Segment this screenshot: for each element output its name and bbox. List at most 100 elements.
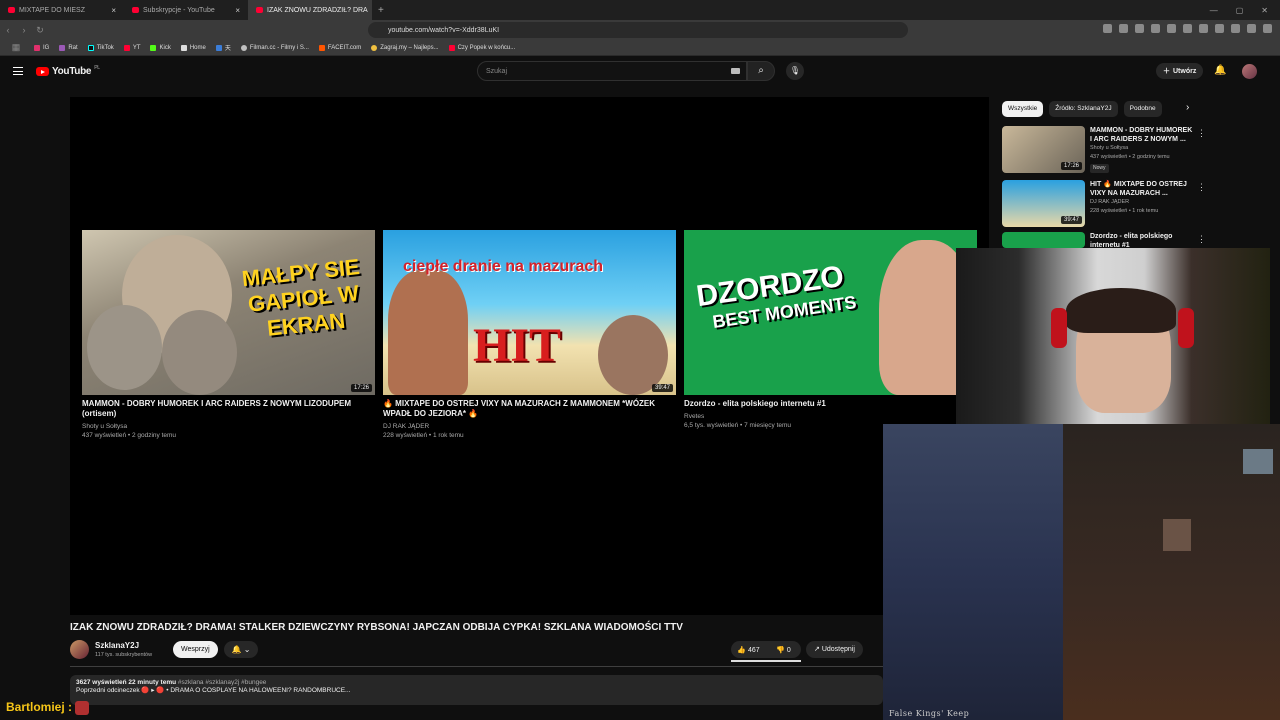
- extension-icon[interactable]: [1103, 24, 1112, 33]
- endscreen-channel: Shoty u Sołtysa: [82, 423, 128, 430]
- thumbnail-face: [162, 310, 237, 395]
- recommended-video[interactable]: 39:47 HIT 🔥 MIXTAPE DO OSTREJ VIXY NA MA…: [1002, 180, 1206, 227]
- url-text: youtube.com/watch?v=-Xddr38LuKI: [388, 26, 500, 34]
- notifications-bell-icon[interactable]: 🔔: [1214, 65, 1226, 76]
- bookmark[interactable]: Filman.cc - Filmy i S...: [240, 44, 309, 51]
- bookmark[interactable]: Czy Popek w końcu...: [448, 44, 515, 51]
- chat-emote-icon: [75, 700, 90, 715]
- browser-tab[interactable]: Subskrypcje - YouTube ×: [124, 0, 248, 20]
- endscreen-video-card[interactable]: ciepłe dranie na mazurach HIT 39:47 🔥 MI…: [383, 230, 676, 440]
- minimize-icon[interactable]: —: [1210, 6, 1218, 15]
- recommended-channel: DJ RAK JĄDER: [1090, 199, 1130, 205]
- video-player[interactable]: MAŁPY SIE GAPIOŁ W EKRAN 17:26 MAMMON - …: [70, 97, 989, 615]
- url-field[interactable]: youtube.com/watch?v=-Xddr38LuKI: [368, 22, 908, 38]
- endscreen-video-card[interactable]: DZORDZO BEST MOMENTS Dzordzo - elita pol…: [684, 230, 977, 430]
- description-box[interactable]: 3627 wyświetleń 22 minuty temu #szklana …: [70, 675, 883, 705]
- keyboard-icon[interactable]: [731, 68, 740, 74]
- browser-tab[interactable]: MIXTAPE DO MIESZ ×: [0, 0, 124, 20]
- channel-name[interactable]: SzklanaY2J: [95, 641, 139, 650]
- bookmark[interactable]: Rat: [59, 44, 78, 51]
- subscription-bell-button[interactable]: 🔔 ⌄: [224, 641, 258, 658]
- channel-avatar[interactable]: [70, 640, 89, 659]
- close-window-icon[interactable]: ✕: [1261, 6, 1268, 15]
- reload-icon[interactable]: ↻: [32, 25, 48, 36]
- search-button[interactable]: ⌕: [747, 61, 775, 81]
- recommended-thumbnail[interactable]: 17:26: [1002, 126, 1085, 173]
- bookmark[interactable]: IG: [34, 44, 49, 51]
- plus-icon: ＋: [1163, 68, 1170, 75]
- browser-tab-bar: MIXTAPE DO MIESZ × Subskrypcje - YouTube ×…: [0, 0, 1280, 20]
- endscreen-thumbnail[interactable]: DZORDZO BEST MOMENTS: [684, 230, 977, 395]
- endscreen-thumbnail[interactable]: ciepłe dranie na mazurach HIT 39:47: [383, 230, 676, 395]
- globe-icon: [240, 44, 247, 51]
- youtube-logo[interactable]: YouTube PL: [36, 65, 100, 77]
- endscreen-video-card[interactable]: MAŁPY SIE GAPIOŁ W EKRAN 17:26 MAMMON - …: [82, 230, 375, 440]
- recommended-title[interactable]: MAMMON - DOBRY HUMOREK I ARC RAIDERS Z N…: [1090, 126, 1195, 144]
- bookmark[interactable]: 天: [215, 43, 231, 52]
- bookmark[interactable]: YT: [123, 44, 140, 51]
- extension-icon[interactable]: [1199, 24, 1208, 33]
- menu-icon[interactable]: [1263, 24, 1272, 33]
- account-avatar[interactable]: [1242, 64, 1257, 79]
- bookmark[interactable]: FACEIT.com: [318, 44, 361, 51]
- extension-icon[interactable]: [1119, 24, 1128, 33]
- window-controls: — ▢ ✕: [1210, 6, 1280, 15]
- bookmark[interactable]: Home: [180, 44, 206, 51]
- bookmark[interactable]: Zagraj.my – Najleps...: [371, 44, 439, 51]
- extension-icon[interactable]: [1151, 24, 1160, 33]
- tab-label: Subskrypcje - YouTube: [143, 6, 215, 14]
- endscreen-meta: 228 wyświetleń • 1 rok temu: [383, 432, 464, 439]
- search-input[interactable]: Szukaj: [477, 61, 747, 81]
- endscreen-video-title[interactable]: 🔥 MIXTAPE DO OSTREJ VIXY NA MAZURACH Z M…: [383, 399, 676, 419]
- filter-chips: Wszystkie Źródło: SzklanaY2J Podobne: [1002, 101, 1162, 117]
- chip-source[interactable]: Źródło: SzklanaY2J: [1049, 101, 1118, 117]
- extension-icon[interactable]: [1215, 24, 1224, 33]
- forward-icon[interactable]: ›: [16, 25, 32, 35]
- bookmarks-bar: ▦ IG Rat TikTok YT Kick Home 天 Filman.cc…: [0, 40, 1280, 56]
- chevron-right-icon[interactable]: ›: [1186, 102, 1189, 113]
- bell-icon: 🔔 ⌄: [231, 645, 251, 654]
- extension-icon[interactable]: [1183, 24, 1192, 33]
- recommended-title[interactable]: HIT 🔥 MIXTAPE DO OSTREJ VIXY NA MAZURACH…: [1090, 180, 1195, 198]
- menu-hamburger-icon[interactable]: [13, 67, 23, 75]
- video-duration: 39:47: [1060, 216, 1082, 224]
- chip-all[interactable]: Wszystkie: [1002, 101, 1044, 117]
- maximize-icon[interactable]: ▢: [1236, 6, 1244, 15]
- endscreen-meta: 437 wyświetleń • 2 godziny temu: [82, 432, 177, 439]
- like-button[interactable]: 👍 467: [731, 646, 766, 654]
- hashtags[interactable]: #szklana #szklanay2j #bungee: [178, 679, 267, 686]
- recommended-meta: 228 wyświetleń • 1 rok temu: [1090, 208, 1159, 214]
- share-button[interactable]: ↗ Udostępnij: [806, 641, 863, 658]
- recommended-video[interactable]: 17:26 MAMMON - DOBRY HUMOREK I ARC RAIDE…: [1002, 126, 1206, 173]
- more-options-icon[interactable]: ⋮: [1197, 182, 1206, 193]
- dislike-button[interactable]: 👎 0: [766, 646, 801, 654]
- new-badge: Nowy: [1090, 164, 1109, 173]
- close-tab-icon[interactable]: ×: [111, 6, 116, 15]
- voice-search-button[interactable]: 🎙: [786, 62, 804, 80]
- recommended-thumbnail[interactable]: 39:47: [1002, 180, 1085, 227]
- bookmark[interactable]: Kick: [150, 44, 171, 51]
- endscreen-thumbnail[interactable]: MAŁPY SIE GAPIOŁ W EKRAN 17:26: [82, 230, 375, 395]
- new-tab-icon[interactable]: +: [372, 5, 390, 16]
- close-tab-icon[interactable]: ×: [235, 6, 240, 15]
- extension-icon[interactable]: [1247, 24, 1256, 33]
- recommended-thumbnail[interactable]: [1002, 232, 1085, 248]
- apps-grid-icon[interactable]: ▦: [8, 42, 24, 53]
- webcam-overlay: [956, 248, 1270, 424]
- chat-message: Bartlomiej :: [6, 700, 90, 715]
- more-options-icon[interactable]: ⋮: [1197, 234, 1206, 245]
- extension-icon[interactable]: [1167, 24, 1176, 33]
- endscreen-video-title[interactable]: Dzordzo - elita polskiego internetu #1: [684, 399, 977, 409]
- extension-icon[interactable]: [1135, 24, 1144, 33]
- browser-tab-active[interactable]: IZAK ZNOWU ZDRADZIŁ? DRA×: [248, 0, 372, 20]
- extensions-toolbar: [1103, 24, 1272, 33]
- chip-related[interactable]: Podobne: [1123, 101, 1162, 117]
- create-button[interactable]: ＋ Utwórz: [1156, 63, 1204, 79]
- bookmark-label: Zagraj.my – Najleps...: [380, 44, 439, 51]
- back-icon[interactable]: ‹: [0, 25, 16, 35]
- more-options-icon[interactable]: ⋮: [1197, 128, 1206, 139]
- bookmark[interactable]: TikTok: [87, 44, 114, 51]
- support-button[interactable]: Wesprzyj: [173, 641, 218, 658]
- endscreen-video-title[interactable]: MAMMON - DOBRY HUMOREK I ARC RAIDERS Z N…: [82, 399, 375, 419]
- extension-icon[interactable]: [1231, 24, 1240, 33]
